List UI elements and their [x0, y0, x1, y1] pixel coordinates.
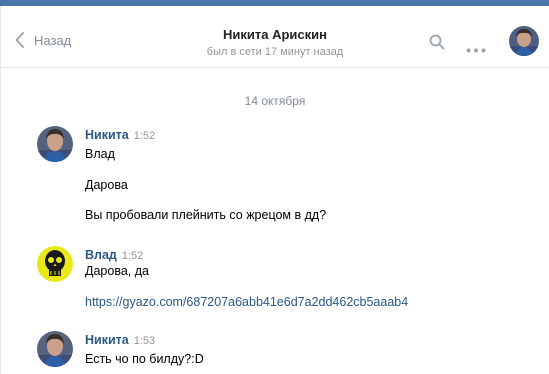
- avatar[interactable]: [37, 331, 73, 367]
- message-text: Вы пробовали плейнить со жрецом в дд?: [85, 208, 327, 222]
- author-name[interactable]: Никита: [85, 128, 129, 142]
- author-name[interactable]: Влад: [85, 248, 117, 262]
- more-button[interactable]: [466, 40, 486, 58]
- search-button[interactable]: [429, 34, 445, 55]
- message-time[interactable]: 1:52: [122, 250, 143, 262]
- message-text: Влад: [85, 147, 115, 161]
- author-name[interactable]: Никита: [85, 333, 129, 347]
- message-header: Влад 1:52: [85, 248, 143, 263]
- message-time[interactable]: 1:52: [134, 130, 155, 142]
- date-separator: 14 октября: [244, 94, 306, 108]
- message-header: Никита 1:52: [85, 128, 155, 143]
- peer-avatar[interactable]: [509, 26, 539, 56]
- message-item: Никита 1:53 Есть чо по билду?:D: [37, 331, 537, 371]
- message-link[interactable]: https://gyazo.com/687207a6abb41e6d7a2dd4…: [85, 294, 408, 310]
- message-item: Влад 1:52 Дарова, да https://gyazo.com/68…: [37, 246, 537, 316]
- message-text: Дарова, да: [85, 264, 149, 278]
- more-icon: [466, 48, 486, 53]
- message-time[interactable]: 1:53: [134, 335, 155, 347]
- message-header: Никита 1:53: [85, 333, 155, 348]
- avatar[interactable]: [37, 126, 73, 162]
- search-icon: [429, 34, 445, 50]
- chat-header: Назад Никита Арискин был в сети 17 минут…: [1, 6, 549, 68]
- message-text: Есть чо по билду?:D: [85, 352, 204, 366]
- message-item: Никита 1:52 Влад Дарова Вы пробовали плей…: [37, 126, 537, 226]
- chat-panel: Назад Никита Арискин был в сети 17 минут…: [0, 6, 549, 374]
- avatar[interactable]: [37, 246, 73, 282]
- message-text: Дарова: [85, 178, 128, 192]
